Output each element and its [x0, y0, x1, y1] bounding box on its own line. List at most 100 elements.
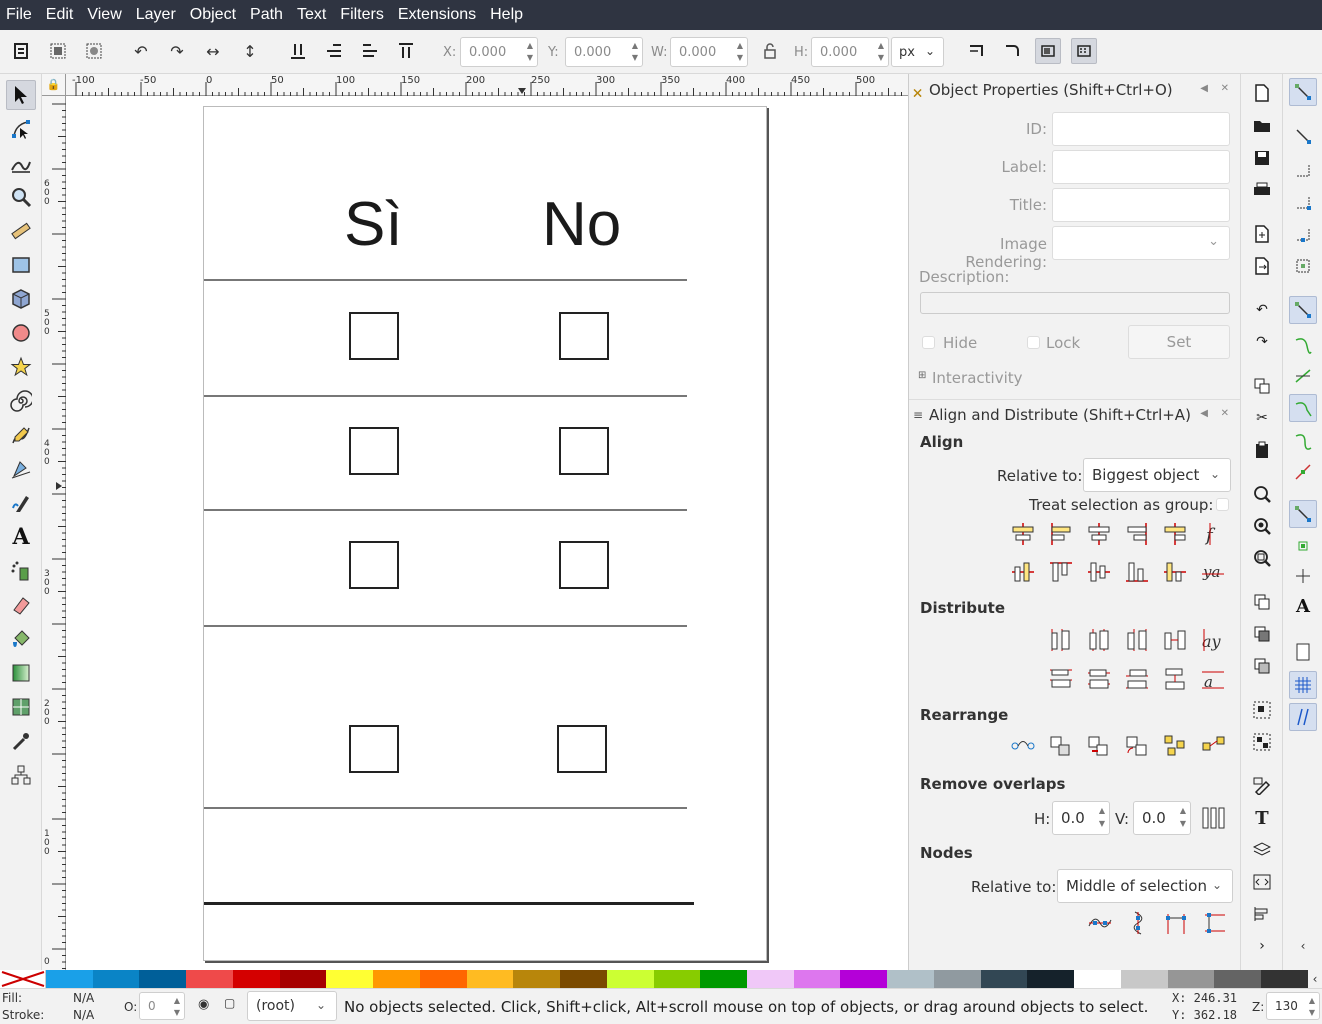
clone-icon[interactable] [1249, 621, 1275, 647]
w-input[interactable]: 0.000 ▲ ▼ [670, 37, 748, 67]
distribute-gaps-icon[interactable] [1162, 627, 1188, 653]
align-right-to-left-icon[interactable] [1010, 521, 1036, 547]
color-swatch[interactable] [887, 970, 934, 988]
color-swatch[interactable] [92, 970, 140, 988]
copy-icon[interactable] [1249, 373, 1275, 399]
distribute-text-anchors-icon[interactable]: ay [1200, 627, 1226, 653]
snap-bbox-midpoints-icon[interactable] [1289, 220, 1317, 248]
color-swatch[interactable] [933, 970, 981, 988]
color-swatch[interactable] [466, 970, 514, 988]
scale-stroke-icon[interactable] [963, 38, 989, 64]
zoom-tool-icon[interactable] [6, 182, 36, 212]
snap-cusp-nodes-icon[interactable] [1289, 394, 1317, 422]
snap-grids-icon[interactable] [1289, 671, 1317, 699]
snap-line-midpoints-icon[interactable] [1289, 458, 1317, 486]
rotate-ccw-icon[interactable]: ↶ [128, 38, 154, 64]
align-text-anchor-icon[interactable]: f [1200, 521, 1226, 547]
distribute-middle-icon[interactable] [1086, 666, 1112, 692]
select-all-layers-icon[interactable] [45, 38, 71, 64]
spin-arrows-icon[interactable]: ▲ ▼ [1309, 995, 1315, 1019]
align-bottom-icon[interactable] [1124, 559, 1150, 585]
new-document-icon[interactable] [1249, 80, 1275, 106]
align-baseline-icon[interactable]: ya [1200, 559, 1226, 585]
measure-tool-icon[interactable] [6, 216, 36, 246]
overlap-h-input[interactable]: 0.0 ▲ ▼ [1052, 801, 1110, 835]
no-paint-swatch[interactable] [0, 970, 46, 988]
snap-others-icon[interactable] [1289, 500, 1317, 528]
color-swatch[interactable] [653, 970, 701, 988]
align-center-vertical-icon[interactable] [1086, 521, 1112, 547]
text-font-icon[interactable]: T [1249, 805, 1275, 831]
distribute-vertical-gaps-icon[interactable] [1162, 666, 1188, 692]
spin-arrows-icon[interactable]: ▲ ▼ [737, 40, 743, 64]
zoom-drawing-icon[interactable] [1249, 513, 1275, 539]
snap-bbox-icon[interactable] [1289, 122, 1317, 150]
overlap-v-input[interactable]: 0.0 ▲ ▼ [1133, 801, 1191, 835]
spin-arrows-icon[interactable]: ▲ ▼ [527, 40, 533, 64]
spiral-tool-icon[interactable] [6, 386, 36, 416]
snap-bbox-corners-icon[interactable] [1289, 188, 1317, 216]
spin-arrows-icon[interactable]: ▲ ▼ [632, 40, 638, 64]
spray-tool-icon[interactable] [6, 556, 36, 586]
pencil-tool-icon[interactable] [6, 420, 36, 450]
align-center-horizontal-icon[interactable] [1086, 559, 1112, 585]
vertical-ruler[interactable]: 6 0 0 5 0 0 4 0 0 3 0 0 2 0 0 1 0 0 0 [42, 96, 66, 970]
spin-arrows-icon[interactable]: ▲ ▼ [878, 40, 884, 64]
color-swatch[interactable] [513, 970, 561, 988]
label-field[interactable] [1052, 150, 1230, 184]
canvas[interactable]: Sì No [66, 96, 908, 970]
document-page[interactable]: Sì No [203, 106, 767, 961]
menu-filters[interactable]: Filters [340, 6, 384, 24]
distribute-bottom-icon[interactable] [1124, 666, 1150, 692]
undo-icon[interactable]: ↶ [1249, 297, 1275, 323]
y-input[interactable]: 0.000 ▲ ▼ [565, 37, 643, 67]
paint-bucket-tool-icon[interactable] [6, 624, 36, 654]
distribute-top-icon[interactable] [1048, 666, 1074, 692]
snap-text-baseline-icon[interactable]: A [1289, 592, 1317, 620]
color-swatch[interactable] [700, 970, 748, 988]
import-icon[interactable] [1249, 221, 1275, 247]
menu-extensions[interactable]: Extensions [398, 6, 476, 24]
snap-guides-icon[interactable] [1289, 703, 1317, 731]
menu-object[interactable]: Object [190, 6, 236, 24]
snap-object-midpoints-icon[interactable] [1289, 532, 1317, 560]
spin-arrows-icon[interactable]: ▲ ▼ [1180, 804, 1186, 830]
color-swatch[interactable] [1167, 970, 1215, 988]
flip-vertical-icon[interactable]: ↕ [237, 38, 263, 64]
ruler-lock-icon[interactable]: 🔒 [42, 74, 66, 96]
distribute-nodes-vertical-icon[interactable] [1201, 910, 1227, 936]
node-tool-icon[interactable] [6, 114, 36, 144]
x-input[interactable]: 0.000 ▲ ▼ [460, 37, 538, 67]
color-swatch[interactable] [560, 970, 607, 988]
align-top-icon[interactable] [1048, 559, 1074, 585]
align-top-to-bottom-icon[interactable] [1162, 559, 1188, 585]
transform-gradients-icon[interactable] [1035, 38, 1061, 64]
ellipse-tool-icon[interactable] [6, 318, 36, 348]
rearrange-graph-icon[interactable] [1010, 733, 1036, 759]
set-button[interactable]: Set [1128, 325, 1230, 359]
description-field[interactable] [920, 292, 1230, 314]
layer-select[interactable]: (root) ⌄ [247, 991, 337, 1021]
image-rendering-select[interactable]: ⌄ [1052, 226, 1230, 260]
rotate-cw-icon[interactable]: ↷ [164, 38, 190, 64]
align-right-icon[interactable] [1124, 521, 1150, 547]
calligraphy-tool-icon[interactable] [6, 488, 36, 518]
text-tool-icon[interactable]: A [6, 522, 36, 552]
color-swatch[interactable] [793, 970, 841, 988]
duplicate-icon[interactable] [1249, 589, 1275, 615]
redo-icon[interactable]: ↷ [1249, 329, 1275, 355]
color-swatch[interactable] [606, 970, 654, 988]
color-swatch[interactable] [373, 970, 420, 988]
lower-to-bottom-icon[interactable] [285, 38, 311, 64]
exchange-clockwise-icon[interactable] [1124, 733, 1150, 759]
distribute-right-icon[interactable] [1124, 627, 1150, 653]
snap-enable-icon[interactable] [1289, 78, 1317, 106]
gradient-tool-icon[interactable] [6, 658, 36, 688]
interactivity-expander[interactable]: Interactivity [932, 369, 1023, 387]
eraser-tool-icon[interactable] [6, 590, 36, 620]
title-field[interactable] [1052, 188, 1230, 222]
layer-lock-icon[interactable]: ▢ [224, 996, 235, 1010]
relative-to-select[interactable]: Biggest object ⌄ [1083, 458, 1231, 492]
dropper-tool-icon[interactable] [6, 726, 36, 756]
align-distribute-icon[interactable] [1249, 901, 1275, 927]
